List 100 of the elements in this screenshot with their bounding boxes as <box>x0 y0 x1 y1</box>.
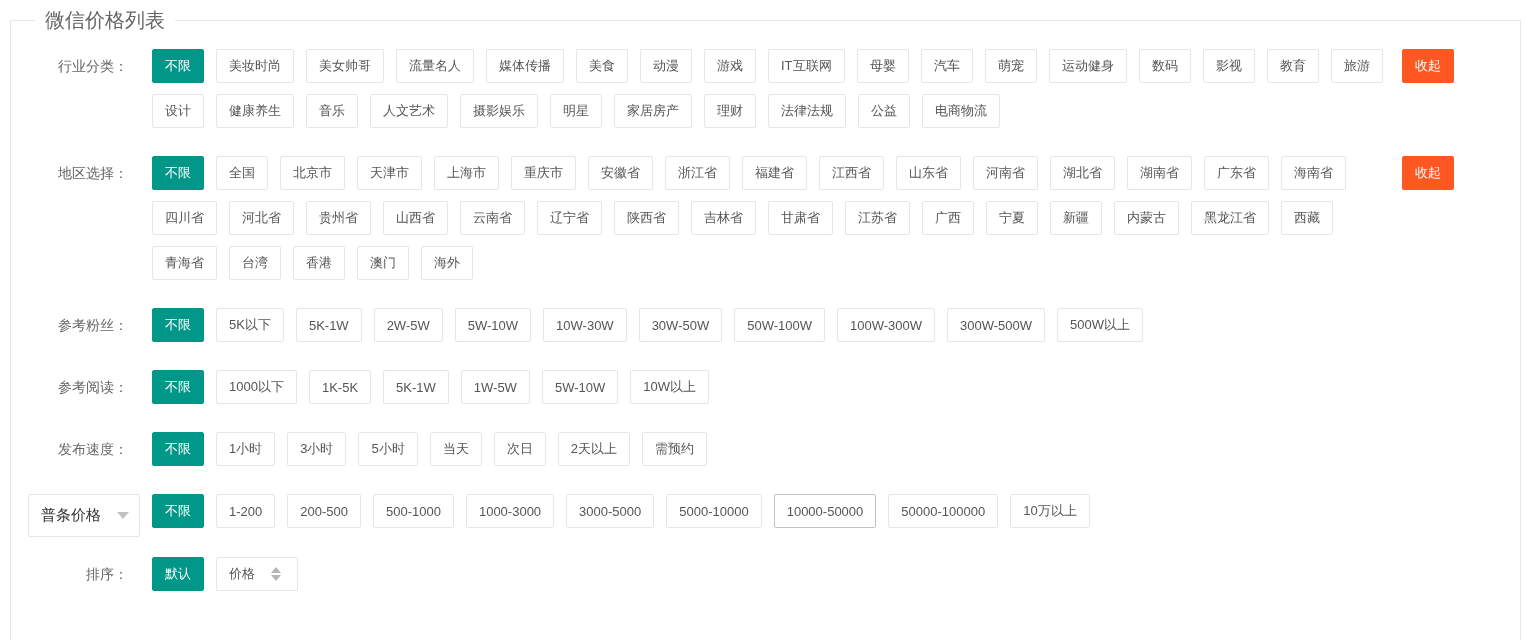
filter-option[interactable]: 旅游 <box>1330 49 1383 83</box>
filter-option[interactable]: 河南省 <box>973 156 1038 190</box>
filter-option[interactable]: 海南省 <box>1281 156 1346 190</box>
filter-option[interactable]: 家居房产 <box>614 94 692 128</box>
filter-option[interactable]: 澳门 <box>357 246 409 280</box>
filter-option[interactable]: 10W以上 <box>630 370 709 404</box>
filter-option[interactable]: 50W-100W <box>734 308 825 342</box>
filter-option[interactable]: IT互联网 <box>768 49 845 83</box>
filter-option[interactable]: 音乐 <box>306 94 358 128</box>
filter-option[interactable]: 湖北省 <box>1050 156 1115 190</box>
price-type-dropdown[interactable]: 普条价格 <box>28 494 140 537</box>
filter-option[interactable]: 甘肃省 <box>768 201 833 235</box>
filter-option[interactable]: 100W-300W <box>837 308 935 342</box>
filter-option[interactable]: 贵州省 <box>306 201 371 235</box>
filter-option[interactable]: 5000-10000 <box>666 494 762 528</box>
filter-option[interactable]: 安徽省 <box>588 156 653 190</box>
filter-option[interactable]: 5K-1W <box>383 370 449 404</box>
filter-option[interactable]: 1-200 <box>216 494 276 528</box>
filter-option[interactable]: 5W-10W <box>454 308 532 342</box>
filter-option[interactable]: 宁夏 <box>986 201 1038 235</box>
filter-option[interactable]: 台湾 <box>229 246 281 280</box>
filter-option[interactable]: 1000-3000 <box>465 494 555 528</box>
filter-option[interactable]: 美女帅哥 <box>306 49 384 83</box>
filter-option[interactable]: 教育 <box>1266 49 1319 83</box>
filter-option[interactable]: 300W-500W <box>947 308 1046 342</box>
filter-option[interactable]: 不限 <box>152 370 204 404</box>
filter-option[interactable]: 山西省 <box>383 201 448 235</box>
filter-option[interactable]: 5小时 <box>358 432 418 466</box>
filter-option[interactable]: 新疆 <box>1050 201 1102 235</box>
filter-option[interactable]: 江西省 <box>819 156 884 190</box>
sort-option[interactable]: 默认 <box>152 557 204 591</box>
filter-option[interactable]: 次日 <box>493 432 546 466</box>
filter-option[interactable]: 不限 <box>152 494 204 528</box>
filter-option[interactable]: 1K-5K <box>308 370 372 404</box>
filter-option[interactable]: 重庆市 <box>511 156 576 190</box>
filter-option[interactable]: 明星 <box>550 94 602 128</box>
filter-option[interactable]: 不限 <box>152 156 204 190</box>
sort-option[interactable]: 价格 <box>216 557 298 591</box>
filter-option[interactable]: 不限 <box>152 432 204 466</box>
filter-option[interactable]: 2天以上 <box>557 432 630 466</box>
filter-option[interactable]: 10W-30W <box>543 308 627 342</box>
filter-option[interactable]: 理财 <box>704 94 756 128</box>
filter-option[interactable]: 母婴 <box>856 49 909 83</box>
filter-option[interactable]: 天津市 <box>357 156 422 190</box>
filter-option[interactable]: 运动健身 <box>1048 49 1127 83</box>
filter-option[interactable]: 云南省 <box>460 201 525 235</box>
filter-option[interactable]: 影视 <box>1202 49 1255 83</box>
filter-option[interactable]: 电商物流 <box>922 94 1000 128</box>
filter-option[interactable]: 美食 <box>576 49 628 83</box>
filter-option[interactable]: 1W-5W <box>460 370 530 404</box>
filter-option[interactable]: 辽宁省 <box>537 201 602 235</box>
filter-option[interactable]: 公益 <box>858 94 910 128</box>
filter-option[interactable]: 动漫 <box>640 49 692 83</box>
filter-option[interactable]: 不限 <box>152 308 204 342</box>
filter-option[interactable]: 海外 <box>421 246 473 280</box>
filter-option[interactable]: 10万以上 <box>1010 494 1090 528</box>
filter-option[interactable]: 500-1000 <box>372 494 454 528</box>
filter-option[interactable]: 山东省 <box>896 156 961 190</box>
filter-option[interactable]: 3小时 <box>287 432 347 466</box>
filter-option[interactable]: 数码 <box>1138 49 1191 83</box>
filter-option[interactable]: 不限 <box>152 49 204 83</box>
filter-option[interactable]: 美妆时尚 <box>216 49 294 83</box>
filter-option[interactable]: 设计 <box>152 94 204 128</box>
filter-option[interactable]: 1000以下 <box>216 370 297 404</box>
filter-option[interactable]: 萌宠 <box>984 49 1037 83</box>
filter-option[interactable]: 陕西省 <box>614 201 679 235</box>
filter-option[interactable]: 上海市 <box>434 156 499 190</box>
filter-option[interactable]: 10000-50000 <box>773 494 877 528</box>
filter-option[interactable]: 5W-10W <box>541 370 619 404</box>
filter-option[interactable]: 当天 <box>429 432 482 466</box>
filter-option[interactable]: 全国 <box>216 156 268 190</box>
filter-option[interactable]: 西藏 <box>1281 201 1333 235</box>
filter-option[interactable]: 摄影娱乐 <box>460 94 538 128</box>
filter-option[interactable]: 广西 <box>922 201 974 235</box>
filter-option[interactable]: 1小时 <box>216 432 276 466</box>
filter-option[interactable]: 青海省 <box>152 246 217 280</box>
filter-option[interactable]: 流量名人 <box>396 49 474 83</box>
filter-option[interactable]: 30W-50W <box>638 308 723 342</box>
filter-option[interactable]: 200-500 <box>287 494 361 528</box>
filter-option[interactable]: 四川省 <box>152 201 217 235</box>
filter-option[interactable]: 5K以下 <box>216 308 284 342</box>
filter-option[interactable]: 江苏省 <box>845 201 910 235</box>
filter-option[interactable]: 5K-1W <box>295 308 362 342</box>
filter-option[interactable]: 3000-5000 <box>566 494 655 528</box>
filter-option[interactable]: 广东省 <box>1204 156 1269 190</box>
filter-option[interactable]: 2W-5W <box>373 308 443 342</box>
filter-option[interactable]: 北京市 <box>280 156 345 190</box>
filter-option[interactable]: 媒体传播 <box>486 49 564 83</box>
filter-option[interactable]: 法律法规 <box>768 94 846 128</box>
filter-option[interactable]: 湖南省 <box>1127 156 1192 190</box>
filter-option[interactable]: 香港 <box>293 246 345 280</box>
filter-option[interactable]: 黑龙江省 <box>1191 201 1269 235</box>
filter-option[interactable]: 浙江省 <box>665 156 730 190</box>
filter-option[interactable]: 需预约 <box>641 432 707 466</box>
filter-option[interactable]: 内蒙古 <box>1114 201 1179 235</box>
filter-option[interactable]: 500W以上 <box>1057 308 1143 342</box>
filter-option[interactable]: 汽车 <box>920 49 973 83</box>
filter-option[interactable]: 吉林省 <box>691 201 756 235</box>
filter-option[interactable]: 人文艺术 <box>370 94 448 128</box>
filter-option[interactable]: 福建省 <box>742 156 807 190</box>
